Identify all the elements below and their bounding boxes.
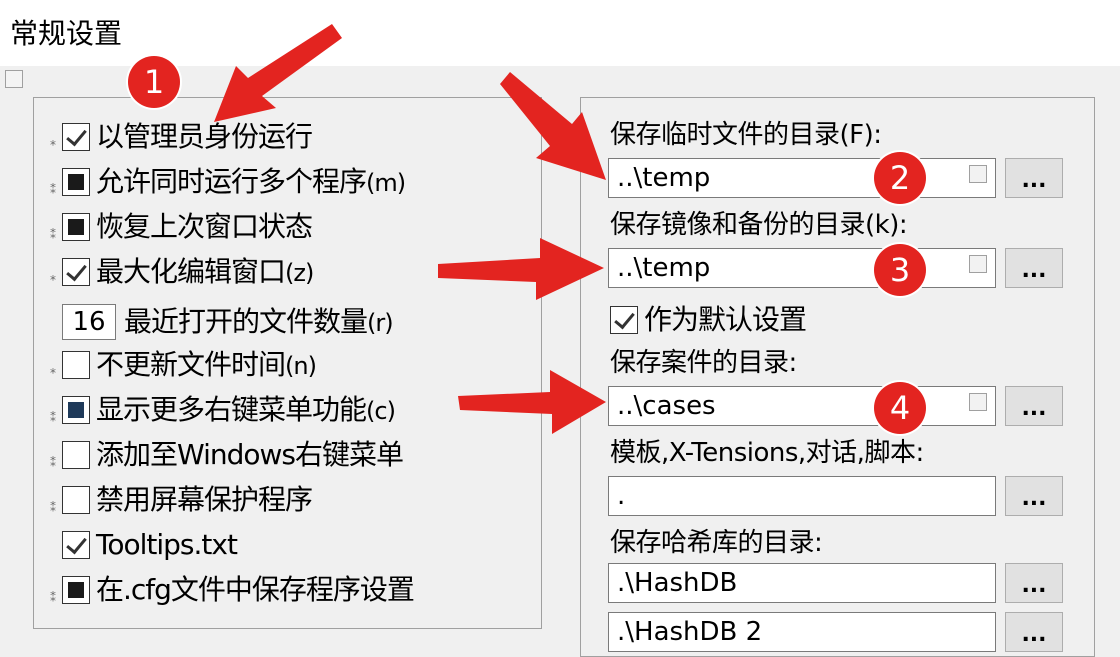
option-marker: ⁑: [50, 501, 56, 515]
field-toggle-icon[interactable]: [969, 255, 987, 273]
mirror-dir-browse-button[interactable]: ...: [1005, 248, 1063, 288]
annotation-badge-2: 2: [874, 152, 926, 204]
field-toggle-icon[interactable]: [969, 165, 987, 183]
hashdb-dir-input[interactable]: .\HashDB: [608, 563, 996, 603]
option-run-as-admin[interactable]: * 以管理员身份运行: [46, 117, 313, 157]
option-marker: ⁑: [50, 228, 56, 242]
templates-dir-value: .: [617, 481, 626, 511]
option-marker: *: [49, 366, 57, 380]
option-label: 最大化编辑窗口(z): [96, 254, 314, 288]
option-label: Tooltips.txt: [96, 527, 238, 561]
templates-dir-input[interactable]: .: [608, 476, 996, 516]
option-label: 在.cfg文件中保存程序设置: [96, 572, 415, 606]
templates-dir-browse-button[interactable]: ...: [1005, 476, 1063, 516]
mirror-dir-input[interactable]: ..\temp: [608, 248, 996, 288]
field-toggle-icon[interactable]: [969, 393, 987, 411]
option-no-update-time[interactable]: * 不更新文件时间(n): [46, 345, 317, 385]
checkbox-indeterminate[interactable]: [62, 576, 90, 604]
annotation-badge-3: 3: [874, 244, 926, 296]
option-label: 恢复上次窗口状态: [96, 209, 313, 243]
option-restore-window[interactable]: ⁑ 恢复上次窗口状态: [46, 207, 313, 247]
temp-dir-input[interactable]: ..\temp: [608, 158, 996, 198]
window-title: 常规设置: [10, 17, 123, 50]
option-disable-screensaver[interactable]: ⁑ 禁用屏幕保护程序: [46, 480, 313, 520]
option-marker: ⁑: [50, 411, 56, 425]
checkbox-checked[interactable]: [62, 531, 90, 559]
recent-files-count-input[interactable]: 16: [62, 304, 116, 340]
option-recent-files: 16 最近打开的文件数量(r): [62, 302, 394, 342]
annotation-badge-1: 1: [128, 56, 180, 108]
temp-dir-browse-button[interactable]: ...: [1005, 158, 1063, 198]
default-setting-label: 作为默认设置: [644, 303, 807, 336]
option-label: 以管理员身份运行: [96, 119, 313, 153]
checkbox-unchecked[interactable]: [62, 486, 90, 514]
mirror-dir-value: ..\temp: [617, 253, 711, 283]
hashdb-dir-value: .\HashDB: [617, 568, 738, 598]
checkbox-indeterminate[interactable]: [62, 168, 90, 196]
option-marker: ⁑: [50, 591, 56, 605]
temp-dir-value: ..\temp: [617, 163, 711, 193]
hashdb-dir-browse-button[interactable]: ...: [1005, 563, 1063, 603]
hashdb2-dir-value: .\HashDB 2: [617, 617, 763, 647]
checkbox-indeterminate[interactable]: [62, 396, 90, 424]
option-label: 显示更多右键菜单功能(c): [96, 392, 396, 426]
checkbox-indeterminate[interactable]: [62, 213, 90, 241]
temp-dir-label: 保存临时文件的目录(F):: [610, 120, 882, 150]
cases-dir-label: 保存案件的目录:: [610, 348, 797, 378]
cases-dir-browse-button[interactable]: ...: [1005, 386, 1063, 426]
option-marker: *: [49, 273, 57, 287]
option-save-cfg[interactable]: ⁑ 在.cfg文件中保存程序设置: [46, 570, 415, 610]
checkbox-checked[interactable]: [62, 258, 90, 286]
cases-dir-value: ..\cases: [617, 391, 716, 421]
annotation-badge-4: 4: [874, 382, 926, 434]
title-bar: 常规设置: [0, 0, 1120, 66]
option-tooltips[interactable]: Tooltips.txt: [46, 525, 238, 565]
option-maximize-edit[interactable]: * 最大化编辑窗口(z): [46, 252, 314, 292]
checkbox-checked[interactable]: [62, 123, 90, 151]
option-label: 禁用屏幕保护程序: [96, 482, 313, 516]
option-label: 最近打开的文件数量(r): [124, 304, 394, 338]
checkbox-checked[interactable]: [610, 306, 638, 334]
option-marker: ⁑: [50, 183, 56, 197]
option-windows-context-menu[interactable]: ⁑ 添加至Windows右键菜单: [46, 435, 404, 475]
hashdb2-dir-input[interactable]: .\HashDB 2: [608, 612, 996, 652]
option-marker: *: [49, 138, 57, 152]
templates-dir-label: 模板,X-Tensions,对话,脚本:: [610, 438, 924, 468]
option-more-context-menu[interactable]: ⁑ 显示更多右键菜单功能(c): [46, 390, 396, 430]
mirror-dir-label: 保存镜像和备份的目录(k):: [610, 210, 908, 240]
checkbox-unchecked[interactable]: [62, 441, 90, 469]
cases-dir-input[interactable]: ..\cases: [608, 386, 996, 426]
option-marker: ⁑: [50, 456, 56, 470]
hashdb-dir-label: 保存哈希库的目录:: [610, 528, 823, 558]
default-setting-option[interactable]: 作为默认设置: [610, 300, 807, 340]
option-label: 不更新文件时间(n): [96, 347, 317, 381]
option-label: 允许同时运行多个程序(m): [96, 164, 406, 198]
option-multiple-instances[interactable]: ⁑ 允许同时运行多个程序(m): [46, 162, 406, 202]
option-label: 添加至Windows右键菜单: [96, 437, 404, 471]
checkbox-unchecked[interactable]: [62, 351, 90, 379]
system-menu-icon[interactable]: [5, 70, 23, 88]
hashdb2-dir-browse-button[interactable]: ...: [1005, 612, 1063, 652]
